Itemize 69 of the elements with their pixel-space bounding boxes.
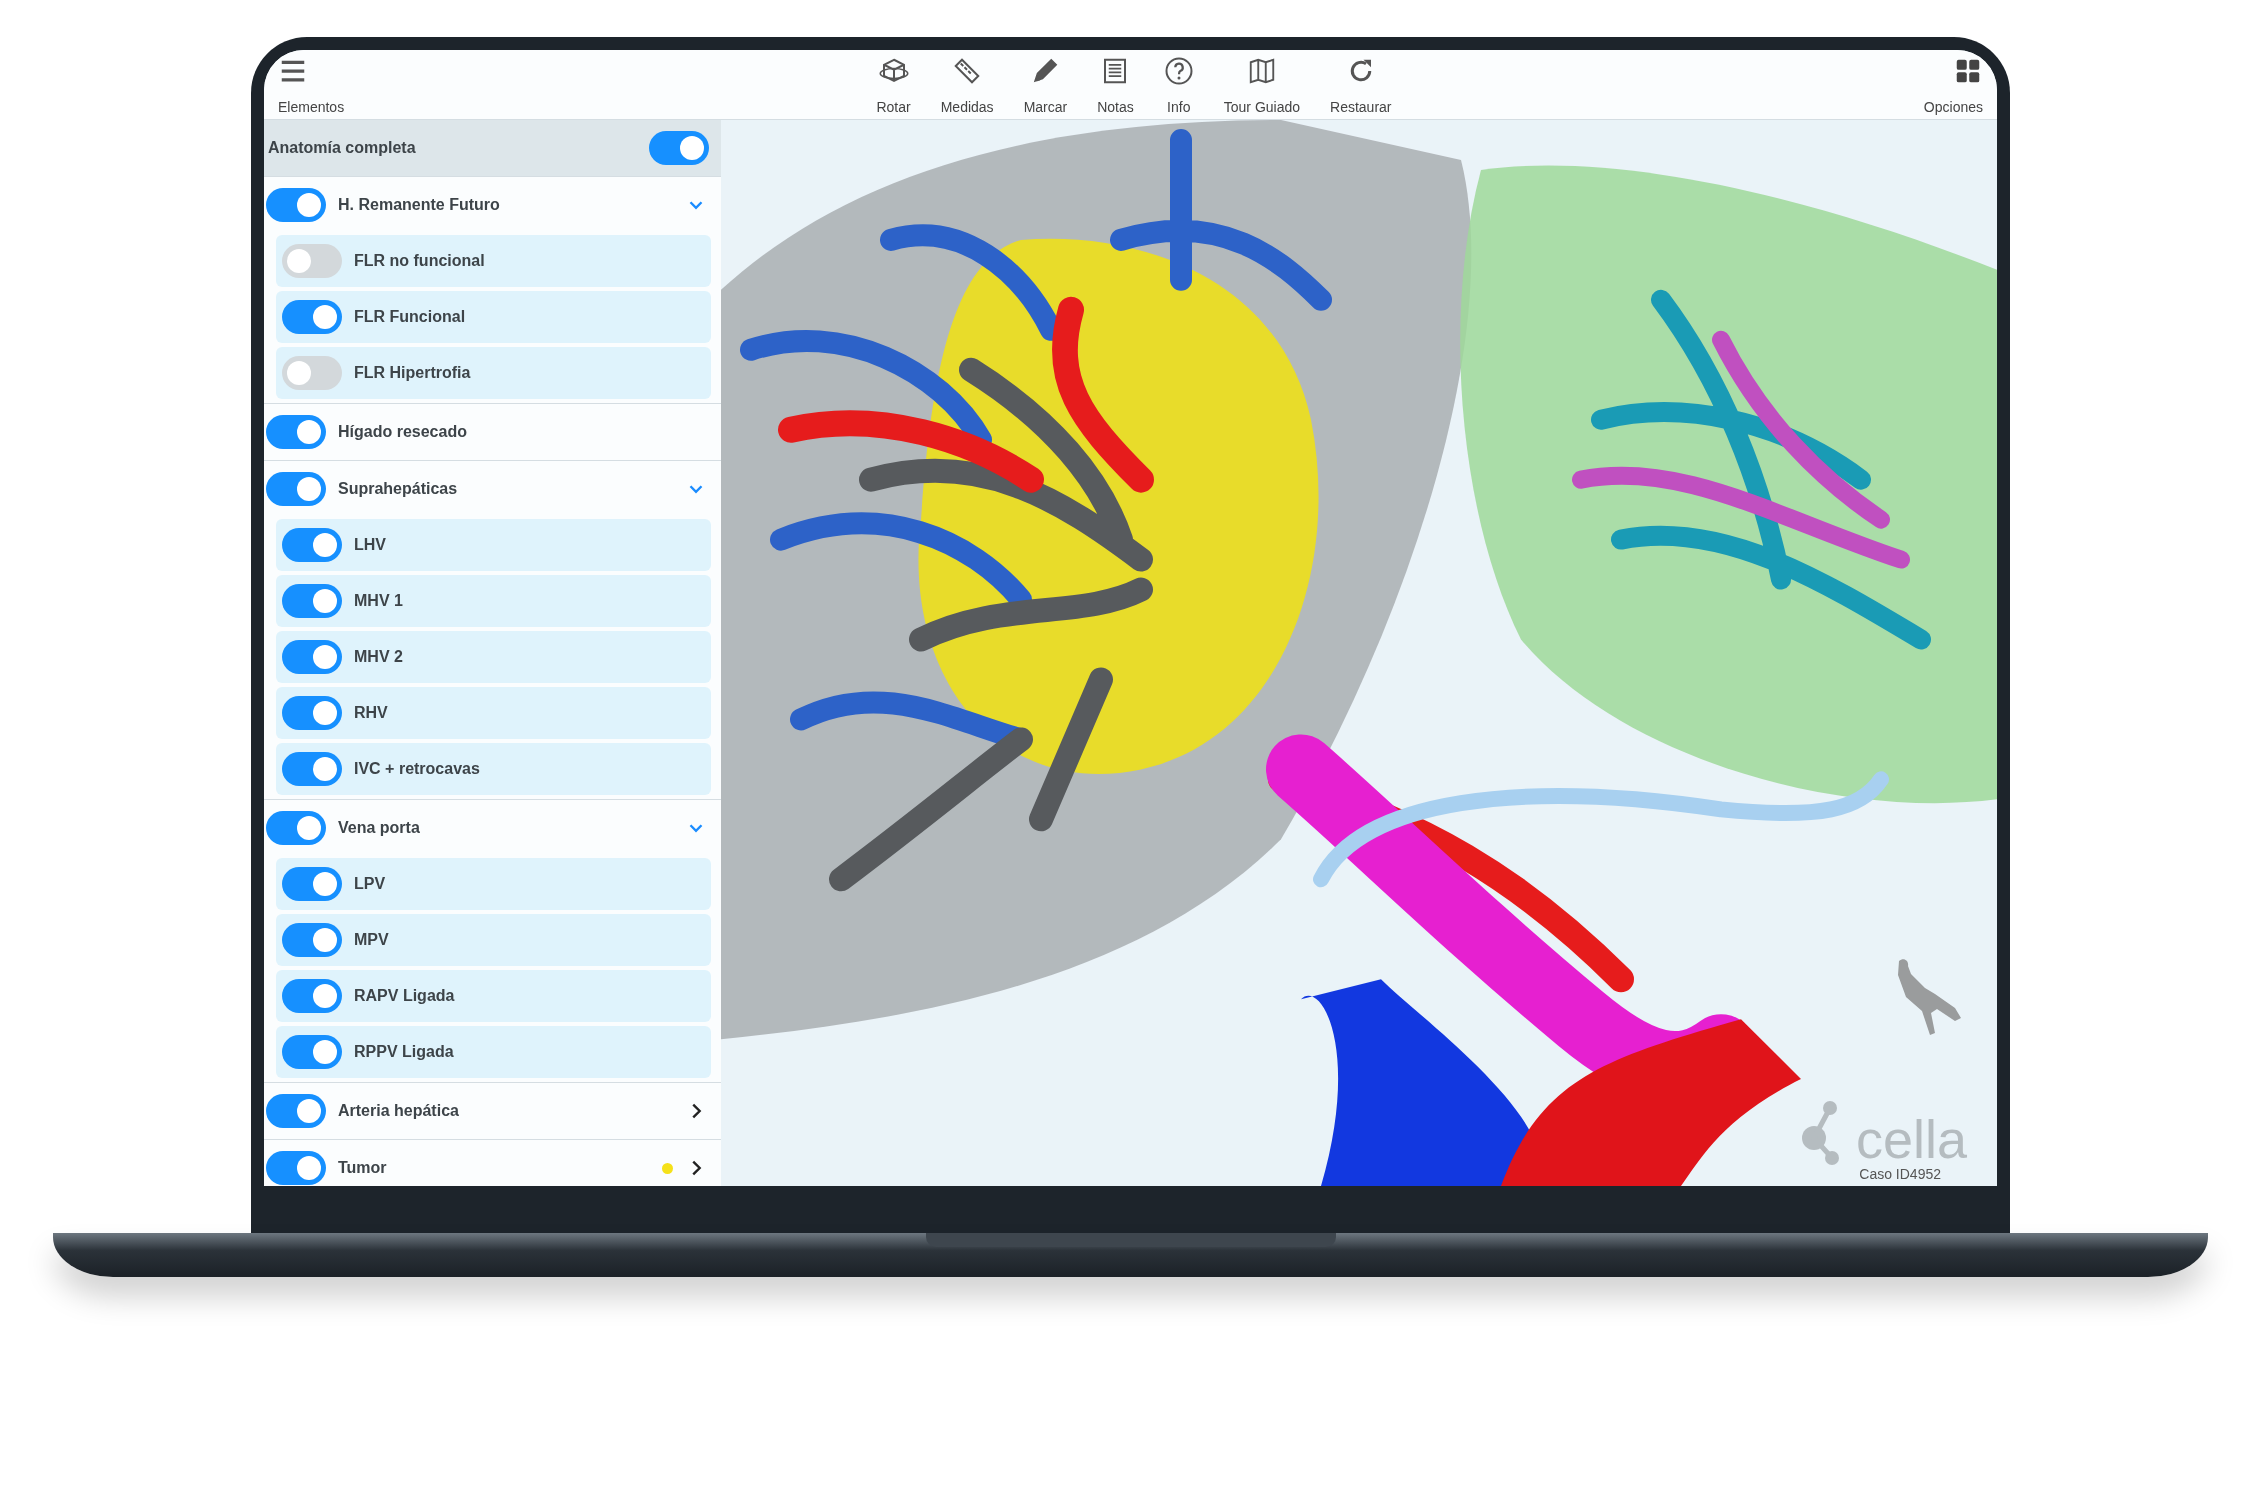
layer-label: Arteria hepática <box>338 1102 460 1120</box>
toolbar-button[interactable]: Rotar <box>872 50 915 119</box>
layer-label: Vena porta <box>338 819 421 837</box>
toggle-switch[interactable] <box>266 472 326 506</box>
sublayer-row[interactable]: MHV 1 <box>276 575 711 627</box>
toggle-switch[interactable] <box>282 528 342 562</box>
elements-menu-button[interactable]: Elementos <box>274 50 349 119</box>
toolbar-button[interactable]: Restaurar <box>1326 50 1396 119</box>
toggle-switch[interactable] <box>282 923 342 957</box>
layer-label: MHV 2 <box>354 648 403 666</box>
layer-label: RHV <box>354 704 388 722</box>
logo-text: cella <box>1855 1112 1967 1166</box>
toggle-switch[interactable] <box>282 356 342 390</box>
toggle-switch[interactable] <box>282 300 342 334</box>
layer-row[interactable]: Suprahepáticas <box>264 460 721 517</box>
layer-label: LHV <box>354 536 386 554</box>
toggle-switch[interactable] <box>266 415 326 449</box>
case-id-label: Caso ID4952 <box>1859 1166 1941 1182</box>
layer-label: Suprahepáticas <box>338 480 459 498</box>
sublayer-row[interactable]: LPV <box>276 858 711 910</box>
sublayer-row[interactable]: MPV <box>276 914 711 966</box>
toggle-switch[interactable] <box>282 752 342 786</box>
sublayer-row[interactable]: RPPV Ligada <box>276 1026 711 1078</box>
help-icon <box>1163 56 1194 86</box>
sublayer-row[interactable]: FLR no funcional <box>276 235 711 287</box>
layer-row[interactable]: Tumor <box>264 1139 721 1186</box>
layer-label: MHV 1 <box>354 592 403 610</box>
sublayer-row[interactable]: RHV <box>276 687 711 739</box>
toggle-switch[interactable] <box>266 188 326 222</box>
toggle-switch[interactable] <box>282 1035 342 1069</box>
layer-label: MPV <box>354 931 389 949</box>
sublayer-row[interactable]: RAPV Ligada <box>276 970 711 1022</box>
toolbar-button[interactable]: Notas <box>1093 50 1138 119</box>
options-button[interactable]: Opciones <box>1919 50 1987 119</box>
layer-label: Hígado resecado <box>338 423 468 441</box>
sublayer-row[interactable]: MHV 2 <box>276 631 711 683</box>
toggle-switch[interactable] <box>266 811 326 845</box>
sublayer-row[interactable]: FLR Funcional <box>276 291 711 343</box>
toolbar-button[interactable]: Medidas <box>936 50 998 119</box>
sublayer-row[interactable]: IVC + retrocavas <box>276 743 711 795</box>
layer-label: LPV <box>354 875 386 893</box>
layer-label: Tumor <box>338 1159 388 1177</box>
toggle-switch[interactable] <box>266 1094 326 1128</box>
toggle-switch[interactable] <box>282 696 342 730</box>
layer-label: FLR Funcional <box>354 308 466 326</box>
layer-label: RPPV Ligada <box>354 1043 454 1061</box>
toggle-switch[interactable] <box>649 131 709 165</box>
layer-label: FLR Hipertrofia <box>354 364 471 382</box>
layer-row[interactable]: Hígado resecado <box>264 403 721 460</box>
layer-label: IVC + retrocavas <box>354 760 480 778</box>
toolbar-button[interactable]: Tour Guiado <box>1219 50 1305 119</box>
toolbar-button[interactable]: Marcar <box>1019 50 1072 119</box>
toggle-switch[interactable] <box>282 867 342 901</box>
toggle-switch[interactable] <box>282 244 342 278</box>
layer-row[interactable]: Vena porta <box>264 799 721 856</box>
layer-label: H. Remanente Futuro <box>338 196 501 214</box>
layer-label: RAPV Ligada <box>354 987 455 1005</box>
layer-row[interactable]: Arteria hepática <box>264 1082 721 1139</box>
layer-label: Anatomía completa <box>268 139 416 157</box>
sublayer-row[interactable]: FLR Hipertrofia <box>276 347 711 399</box>
toolbar-button[interactable]: Info <box>1159 50 1198 119</box>
toggle-switch[interactable] <box>282 640 342 674</box>
sublayer-row[interactable]: LHV <box>276 519 711 571</box>
layer-row[interactable]: H. Remanente Futuro <box>264 176 721 233</box>
toggle-switch[interactable] <box>282 584 342 618</box>
toggle-switch[interactable] <box>282 979 342 1013</box>
toggle-switch[interactable] <box>266 1151 326 1185</box>
liver-3d-model-drawing[interactable] <box>721 120 1997 1186</box>
layer-label: FLR no funcional <box>354 252 485 270</box>
